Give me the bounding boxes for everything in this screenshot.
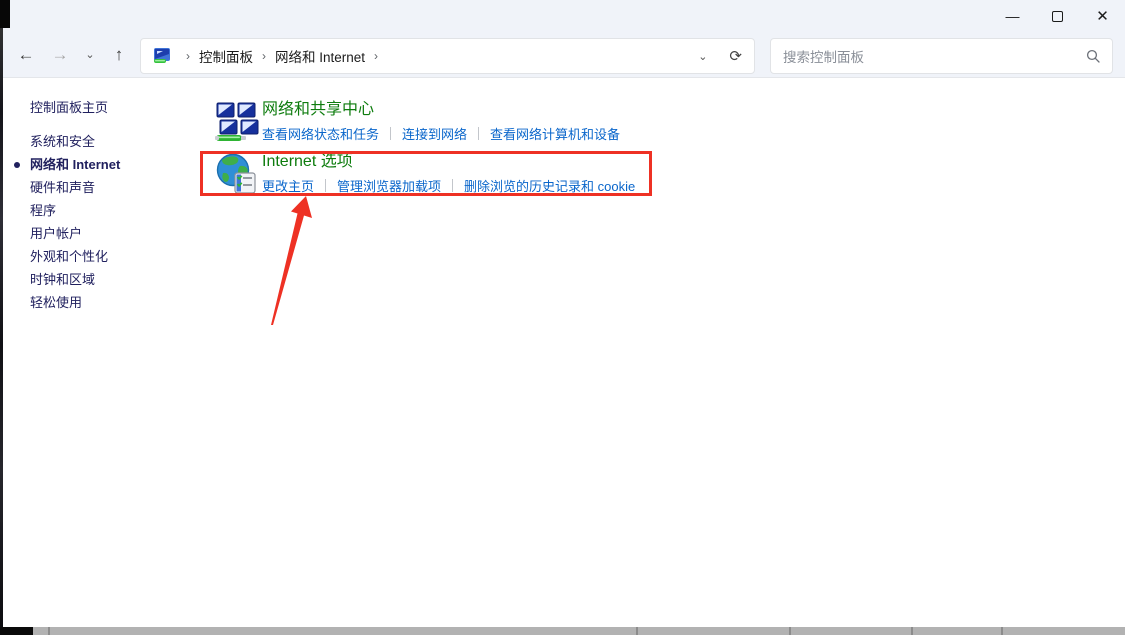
category-title-network-sharing[interactable]: 网络和共享中心	[262, 100, 620, 120]
control-panel-icon	[153, 48, 171, 64]
search-icon[interactable]	[1086, 49, 1100, 63]
back-button[interactable]: ←	[9, 45, 43, 65]
breadcrumb-chevron: ›	[262, 49, 266, 63]
background-window-corner	[0, 0, 10, 28]
breadcrumb-network-internet[interactable]: 网络和 Internet	[275, 46, 365, 66]
bottom-sliver-divider	[1001, 627, 1003, 635]
category-title-internet-options[interactable]: Internet 选项	[262, 152, 635, 172]
sidebar-item-home[interactable]: 控制面板主页	[30, 97, 195, 118]
bottom-sliver-divider	[789, 627, 791, 635]
close-button[interactable]: ✕	[1080, 0, 1125, 32]
bottom-sliver-dark-segment	[0, 627, 33, 635]
highlight-arrow	[0, 0, 1125, 635]
link-separator	[452, 179, 453, 192]
breadcrumb-control-panel[interactable]: 控制面板	[199, 46, 253, 66]
titlebar	[3, 0, 1125, 32]
forward-button[interactable]: →	[43, 45, 77, 65]
window-controls: — ✕	[990, 0, 1125, 32]
link-delete-history-cookies[interactable]: 删除浏览的历史记录和 cookie	[464, 176, 635, 195]
maximize-button[interactable]	[1035, 0, 1080, 32]
recent-pages-dropdown[interactable]: ⌄	[77, 48, 103, 61]
search-placeholder: 搜索控制面板	[783, 46, 1086, 66]
bottom-sliver-divider	[911, 627, 913, 635]
link-separator	[478, 127, 479, 140]
address-dropdown-icon[interactable]: ⌄	[698, 50, 707, 63]
up-button[interactable]: ↑	[103, 45, 135, 65]
globe-checklist-icon	[215, 153, 257, 195]
category-internet-options: Internet 选项 更改主页 管理浏览器加载项 删除浏览的历史记录和 coo…	[215, 150, 635, 195]
background-window-sliver-left	[0, 0, 3, 627]
sidebar-item-appearance[interactable]: 外观和个性化	[30, 245, 195, 268]
sidebar-item-network-internet[interactable]: 网络和 Internet	[30, 153, 195, 176]
sidebar-item-clock-region[interactable]: 时钟和区域	[30, 268, 195, 291]
link-change-homepage[interactable]: 更改主页	[262, 176, 314, 195]
sidebar-item-programs[interactable]: 程序	[30, 199, 195, 222]
link-separator	[325, 179, 326, 192]
sidebar: 控制面板主页 系统和安全 网络和 Internet 硬件和声音 程序 用户帐户 …	[30, 97, 195, 314]
breadcrumb-chevron: ›	[374, 49, 378, 63]
link-view-network-status[interactable]: 查看网络状态和任务	[262, 124, 379, 143]
control-panel-window: — ✕ ← → ⌄ ↑ › 控制面板 › 网络和 Internet › ⌄ ⟳ …	[0, 0, 1125, 635]
bottom-sliver-divider	[636, 627, 638, 635]
search-box[interactable]: 搜索控制面板	[770, 38, 1113, 74]
breadcrumb-chevron: ›	[186, 49, 190, 63]
bottom-sliver-divider	[48, 627, 50, 635]
refresh-icon[interactable]: ⟳	[729, 47, 742, 65]
background-window-sliver-bottom	[0, 627, 1125, 635]
minimize-button[interactable]: —	[990, 0, 1035, 32]
maximize-icon	[1052, 11, 1063, 22]
sidebar-item-hardware-sound[interactable]: 硬件和声音	[30, 176, 195, 199]
sidebar-item-ease-of-access[interactable]: 轻松使用	[30, 291, 195, 314]
sidebar-item-user-accounts[interactable]: 用户帐户	[30, 222, 195, 245]
link-separator	[390, 127, 391, 140]
link-view-network-computers[interactable]: 查看网络计算机和设备	[490, 124, 620, 143]
link-connect-to-network[interactable]: 连接到网络	[402, 124, 467, 143]
address-bar[interactable]: › 控制面板 › 网络和 Internet › ⌄ ⟳	[140, 38, 755, 74]
network-computers-icon	[215, 101, 259, 143]
sidebar-item-system-security[interactable]: 系统和安全	[30, 130, 195, 153]
category-network-sharing-center: 网络和共享中心 查看网络状态和任务 连接到网络 查看网络计算机和设备	[215, 100, 620, 143]
link-manage-browser-addons[interactable]: 管理浏览器加载项	[337, 176, 441, 195]
